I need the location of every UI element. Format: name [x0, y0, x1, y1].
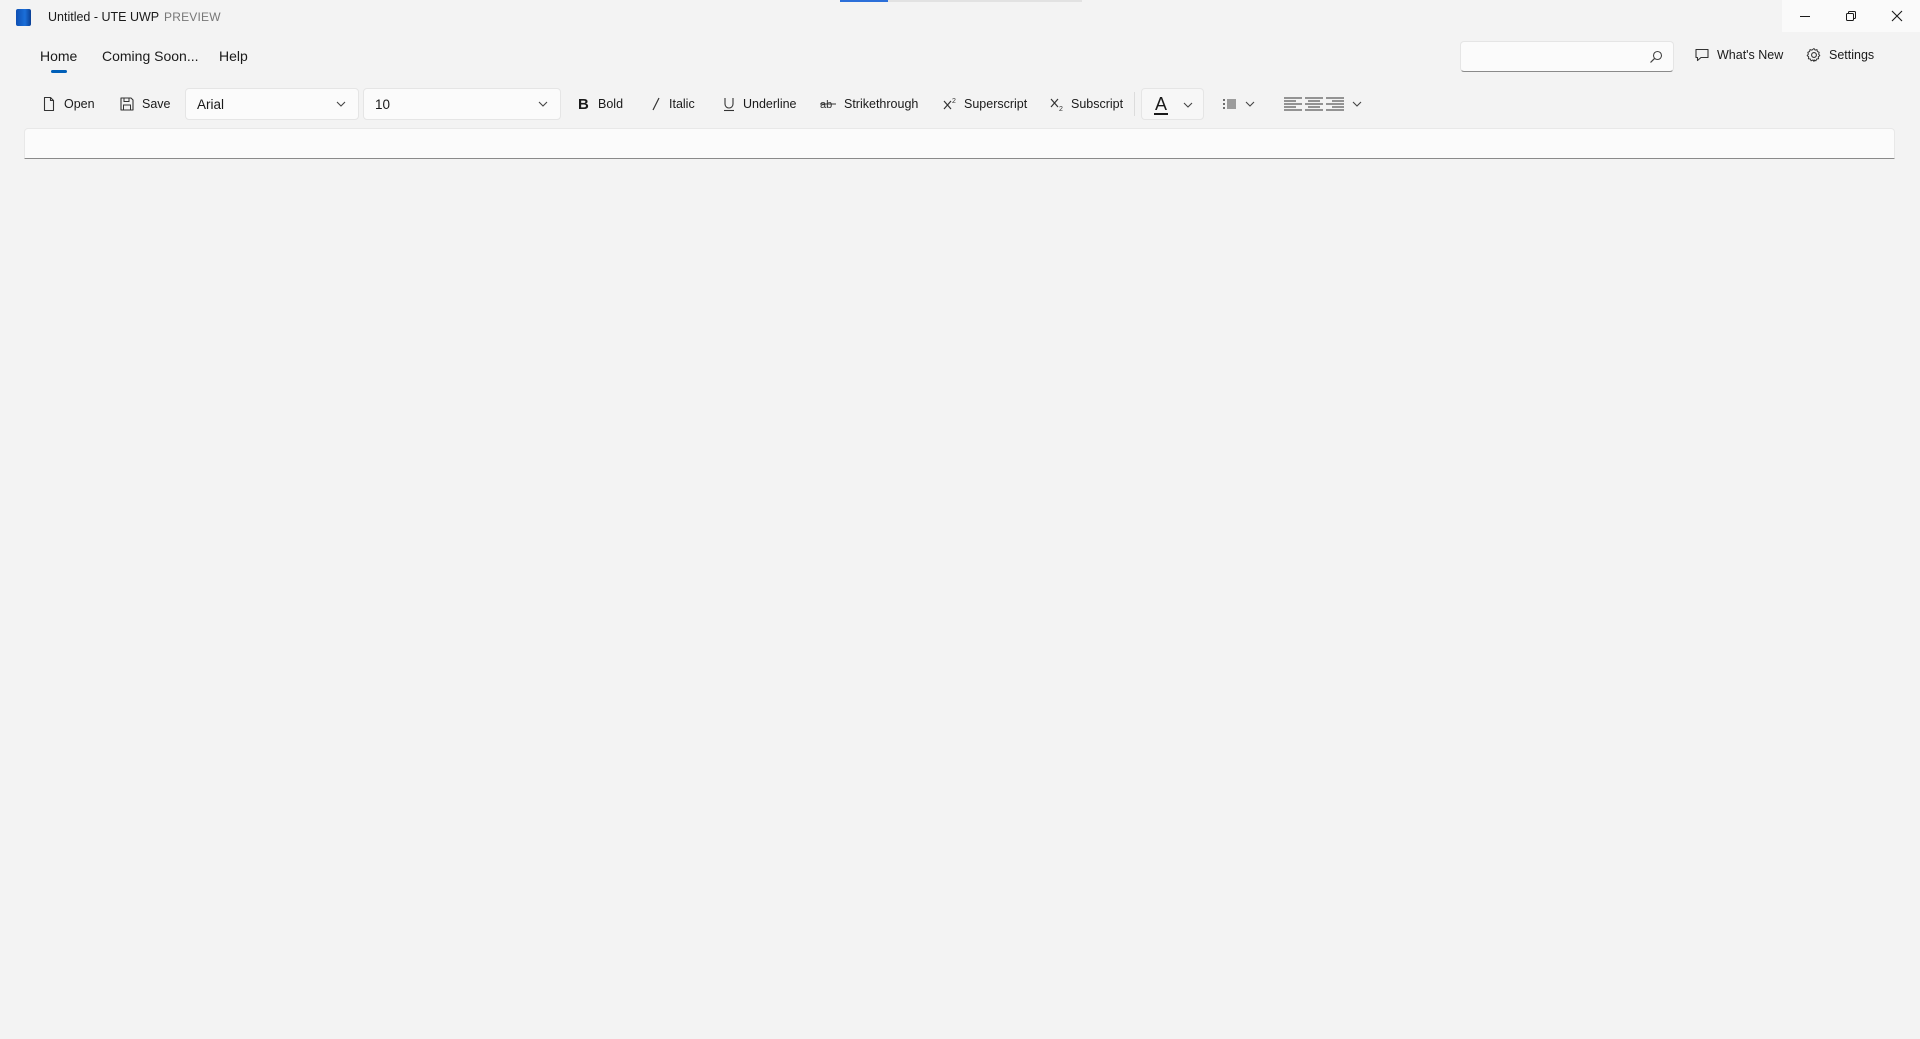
- svg-text:B: B: [578, 96, 589, 112]
- app-icon: [16, 9, 31, 26]
- svg-text:2: 2: [952, 98, 956, 105]
- tab-help[interactable]: Help: [219, 48, 248, 64]
- underline-label: Underline: [743, 97, 797, 111]
- font-family-value: Arial: [197, 96, 225, 112]
- title-drag-indicator: [840, 0, 1082, 2]
- alignment-dropdown-button[interactable]: [1281, 90, 1364, 118]
- search-icon[interactable]: [1649, 50, 1663, 64]
- font-size-value: 10: [375, 96, 391, 112]
- save-button[interactable]: Save: [117, 90, 173, 118]
- minimize-icon: [1800, 16, 1810, 17]
- floppy-disk-icon: [120, 97, 134, 111]
- whats-new-label: What's New: [1717, 48, 1784, 62]
- underline-button[interactable]: Underline: [720, 90, 799, 118]
- chevron-down-icon: [336, 101, 346, 107]
- restore-icon: [1846, 11, 1856, 21]
- caption-controls: [1782, 0, 1920, 32]
- list-dropdown-button[interactable]: [1220, 90, 1257, 118]
- gear-icon: [1806, 48, 1821, 62]
- settings-button[interactable]: Settings: [1806, 47, 1874, 63]
- superscript-icon: 2: [943, 98, 956, 110]
- chevron-down-icon: [1245, 101, 1255, 107]
- window-title: Untitled - UTE UWP: [48, 10, 160, 24]
- text-alignment-icon: [1284, 97, 1344, 111]
- app-window: Untitled - UTE UWP PREVIEW Home Coming S…: [0, 0, 1920, 1039]
- bold-label: Bold: [598, 97, 624, 111]
- toolbar-separator: [1134, 92, 1135, 116]
- chevron-down-icon: [538, 101, 548, 107]
- italic-button[interactable]: Italic: [648, 90, 697, 118]
- subscript-icon: 2: [1050, 98, 1063, 112]
- chevron-down-icon: [1352, 101, 1362, 107]
- formatting-toolbar: Open Save Arial 10 B Bold Italic Underli…: [0, 86, 1920, 122]
- file-icon: [43, 96, 55, 112]
- chevron-down-icon: [1183, 102, 1193, 108]
- preview-badge: PREVIEW: [164, 10, 221, 24]
- superscript-label: Superscript: [964, 97, 1028, 111]
- svg-text:ab: ab: [820, 99, 832, 111]
- document-editor[interactable]: [24, 128, 1895, 159]
- font-size-select[interactable]: 10: [363, 88, 561, 120]
- search-input[interactable]: [1469, 46, 1639, 68]
- subscript-button[interactable]: 2 Subscript: [1048, 90, 1125, 118]
- italic-label: Italic: [669, 97, 695, 111]
- underline-icon: [724, 98, 734, 112]
- restore-button[interactable]: [1828, 0, 1874, 32]
- tab-coming-soon[interactable]: Coming Soon...: [102, 48, 199, 64]
- font-color-swatch: [1154, 113, 1168, 115]
- svg-text:2: 2: [1059, 106, 1063, 112]
- italic-icon: [652, 97, 660, 111]
- bold-icon: B: [578, 96, 589, 112]
- close-button[interactable]: [1874, 0, 1920, 32]
- open-button[interactable]: Open: [39, 90, 97, 118]
- strikethrough-icon: ab: [820, 99, 836, 111]
- bulleted-list-icon: [1223, 99, 1236, 109]
- strikethrough-button[interactable]: ab Strikethrough: [818, 90, 920, 118]
- close-icon: [1891, 10, 1903, 22]
- title-bar: Untitled - UTE UWP PREVIEW: [0, 0, 1920, 34]
- tab-home[interactable]: Home: [40, 48, 77, 73]
- chat-bubble-icon: [1695, 48, 1709, 62]
- subscript-label: Subscript: [1071, 97, 1124, 111]
- font-color-icon: A: [1155, 94, 1168, 114]
- bold-button[interactable]: B Bold: [575, 90, 625, 118]
- search-box[interactable]: [1460, 41, 1674, 72]
- font-color-button[interactable]: A: [1141, 88, 1204, 120]
- save-label: Save: [142, 97, 171, 111]
- minimize-button[interactable]: [1782, 0, 1828, 32]
- settings-label: Settings: [1829, 48, 1875, 62]
- font-family-select[interactable]: Arial: [185, 88, 359, 120]
- superscript-button[interactable]: 2 Superscript: [941, 90, 1029, 118]
- strikethrough-label: Strikethrough: [844, 97, 919, 111]
- open-label: Open: [64, 97, 95, 111]
- whats-new-button[interactable]: What's New: [1694, 47, 1783, 63]
